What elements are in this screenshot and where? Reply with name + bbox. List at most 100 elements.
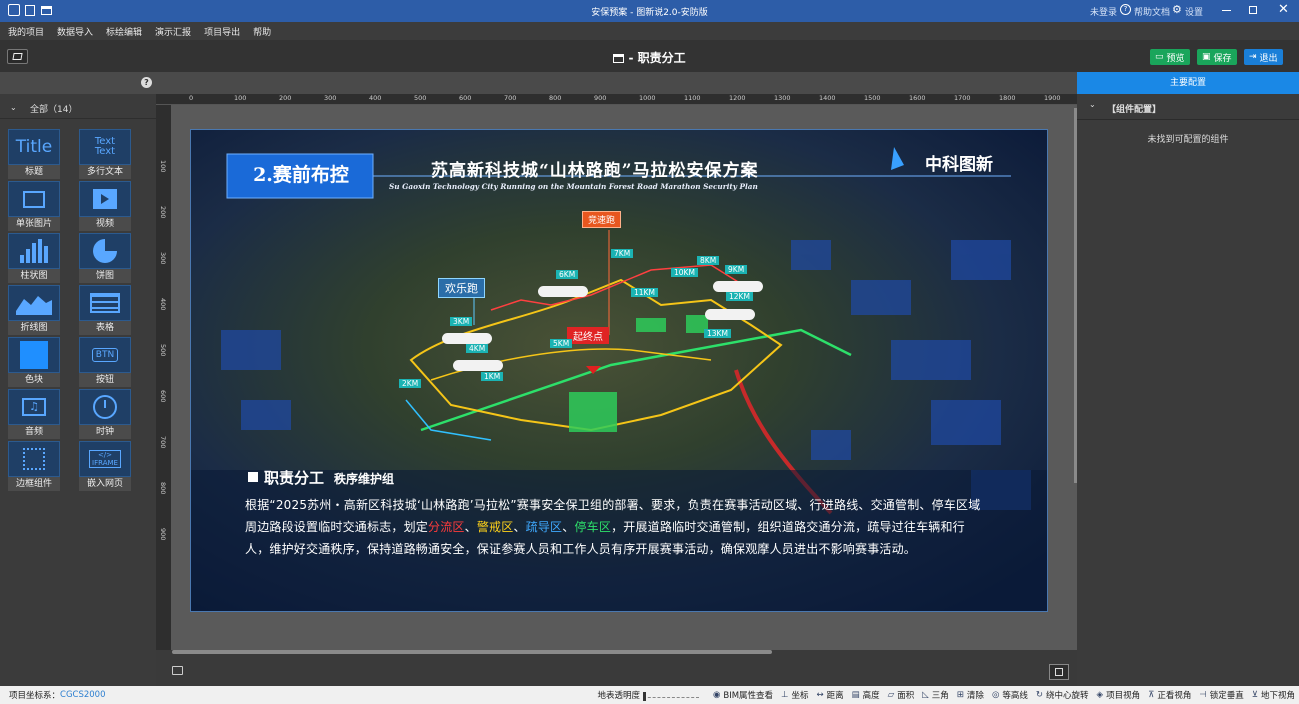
component-table[interactable]: 表格	[79, 285, 131, 335]
menu-presentation[interactable]: 演示汇报	[155, 25, 191, 38]
component-label: 色块	[8, 373, 60, 387]
facility-icons	[538, 286, 588, 297]
status-bar: 项目坐标系： CGCS2000 地表透明度 ◉ BIM属性查看 ⊥ 坐标 ↔ 距离 ▤ 高度 ▱…	[0, 686, 1299, 704]
preview-button[interactable]: ▭ 预览	[1150, 49, 1190, 65]
component-line-chart[interactable]: 折线图	[8, 285, 60, 335]
ruler-tick: 1800	[999, 94, 1016, 102]
component-title[interactable]: Title 标题	[8, 129, 60, 179]
facility-icons	[453, 360, 503, 371]
component-label: 单张图片	[8, 217, 60, 231]
line-chart-icon	[8, 285, 60, 321]
component-pie-chart[interactable]: 饼图	[79, 233, 131, 283]
help-link[interactable]: 帮助文档	[1134, 5, 1170, 18]
tab-main-config[interactable]: 主要配置	[1077, 72, 1299, 94]
page-icon	[613, 54, 625, 63]
exit-button[interactable]: ⇥ 退出	[1244, 49, 1283, 65]
tool-label: 项目视角	[1106, 691, 1141, 701]
status-tool[interactable]: ⊥ 坐标	[781, 689, 808, 701]
status-tool[interactable]: ▤ 高度	[852, 689, 880, 701]
component-bar-chart[interactable]: 柱状图	[8, 233, 60, 283]
component-audio[interactable]: ♫ 音频	[8, 389, 60, 439]
status-tool[interactable]: ⊼ 正看视角	[1148, 689, 1191, 701]
fit-view-button[interactable]	[1049, 664, 1069, 680]
slider-thumb[interactable]	[642, 692, 646, 701]
h-scrollbar[interactable]	[172, 650, 772, 654]
menu-my-project[interactable]: 我的项目	[8, 25, 44, 38]
status-tool[interactable]: ◉ BIM属性查看	[713, 689, 773, 701]
km-marker: 3KM	[450, 317, 473, 326]
section-subtitle: 秩序维护组	[334, 472, 395, 486]
ruler-tick: 500	[414, 94, 427, 102]
tool-icon: ⊻	[1251, 690, 1258, 700]
tool-icon: ◎	[991, 690, 1000, 700]
status-tool[interactable]: ▱ 面积	[888, 689, 915, 701]
chevron-down-icon[interactable]: ⌄	[1089, 100, 1096, 109]
divider	[0, 118, 156, 119]
component-color-block[interactable]: 色块	[8, 337, 60, 387]
close-button[interactable]: ✕	[1278, 2, 1289, 17]
status-tool[interactable]: ↔ 距离	[816, 689, 843, 701]
facility-icons	[705, 309, 755, 320]
image-icon	[8, 181, 60, 217]
ruler-tick: 1500	[864, 94, 881, 102]
ruler-tick: 500	[159, 344, 167, 357]
minimize-button[interactable]	[1222, 10, 1231, 11]
menu-data-import[interactable]: 数据导入	[57, 25, 93, 38]
status-tool[interactable]: ⊞ 清除	[957, 689, 984, 701]
component-image[interactable]: 单张图片	[8, 181, 60, 231]
menu-export[interactable]: 项目导出	[204, 25, 240, 38]
config-section-title[interactable]: 【组件配置】	[1107, 102, 1161, 115]
group-label[interactable]: 全部（14）	[30, 102, 77, 115]
component-video[interactable]: 视频	[79, 181, 131, 231]
settings-link[interactable]: 设置	[1185, 5, 1203, 18]
component-text[interactable]: Text Text 多行文本	[79, 129, 131, 179]
menu-bar: 我的项目 数据导入 标绘编辑 演示汇报 项目导出 帮助	[0, 22, 1299, 40]
status-tool[interactable]: ⊻ 地下视角	[1252, 689, 1295, 701]
comment-icon[interactable]	[172, 666, 183, 675]
title-bar: 安保预案 - 图新说2.0-安防版 未登录 ? 帮助文档 ⚙ 设置 ✕	[0, 0, 1299, 22]
menu-help[interactable]: 帮助	[253, 25, 271, 38]
section-heading: 职责分工 秩序维护组	[248, 467, 394, 488]
component-label: 时钟	[79, 425, 131, 439]
status-tool[interactable]: ◺ 三角	[922, 689, 949, 701]
component-iframe[interactable]: </> IFRAME 嵌入网页	[79, 441, 131, 491]
component-label: 视频	[79, 217, 131, 231]
panel-header: ?	[0, 72, 156, 94]
component-label: 音频	[8, 425, 60, 439]
ruler-tick: 900	[159, 528, 167, 541]
exit-icon: ⇥	[1249, 52, 1257, 62]
facility-icons	[713, 281, 763, 292]
menu-plot-edit[interactable]: 标绘编辑	[106, 25, 142, 38]
ruler-tick: 600	[159, 390, 167, 403]
tool-label: 等高线	[1002, 691, 1028, 701]
zone-parking: 停车区	[574, 520, 612, 534]
ruler-tick: 400	[369, 94, 382, 102]
login-link[interactable]: 未登录	[1090, 5, 1117, 18]
km-marker: 4KM	[466, 344, 489, 353]
zone-divert: 分流区	[428, 520, 465, 534]
ruler-tick: 1900	[1044, 94, 1061, 102]
component-button[interactable]: BTN 按钮	[79, 337, 131, 387]
component-border[interactable]: 边框组件	[8, 441, 60, 491]
tool-label: 地下视角	[1260, 691, 1295, 701]
ruler-tick: 200	[159, 206, 167, 219]
status-tool[interactable]: ◎ 等高线	[992, 689, 1028, 701]
status-tool[interactable]: ↻ 绕中心旋转	[1036, 689, 1089, 701]
terrain-opacity-slider[interactable]	[642, 692, 699, 701]
slide[interactable]: 2.赛前布控 苏高新科技城“山林路跑”马拉松安保方案 Su Gaoxin Tec…	[190, 129, 1048, 612]
tool-icon: ⊼	[1148, 690, 1155, 700]
ruler-tick: 700	[159, 436, 167, 449]
tool-label: 三角	[931, 691, 949, 701]
status-tool[interactable]: ⊣ 锁定垂直	[1199, 689, 1243, 701]
zone-sep-3: 、	[562, 520, 575, 534]
page-title: 职责分工	[637, 51, 686, 65]
coord-value[interactable]: CGCS2000	[60, 690, 105, 700]
help-icon[interactable]: ?	[141, 77, 152, 88]
save-button[interactable]: ▣ 保存	[1197, 49, 1237, 65]
status-tool[interactable]: ◈ 项目视角	[1097, 689, 1141, 701]
chevron-down-icon[interactable]: ⌄	[10, 103, 17, 112]
tool-icon: ◈	[1096, 690, 1104, 700]
component-clock[interactable]: 时钟	[79, 389, 131, 439]
help-icon: ?	[1120, 4, 1131, 15]
maximize-button[interactable]	[1249, 6, 1257, 14]
